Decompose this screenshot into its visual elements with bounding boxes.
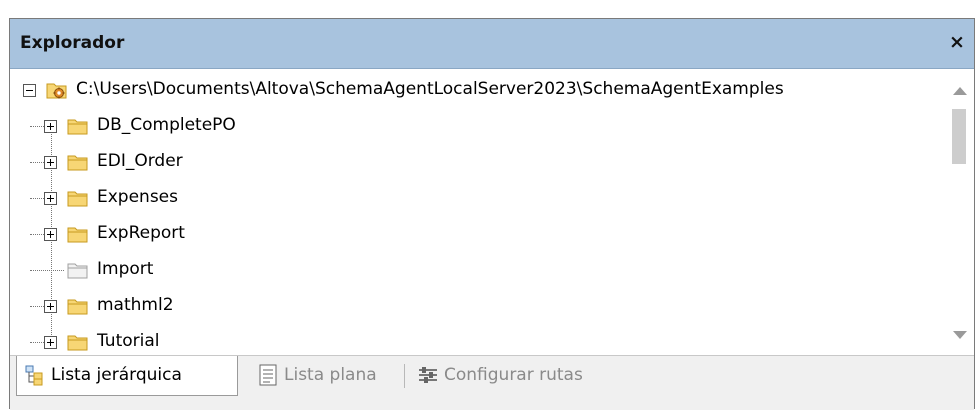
expand-icon[interactable] bbox=[44, 192, 57, 205]
tab-separator bbox=[404, 364, 405, 388]
tree-item-label: ExpReport bbox=[97, 223, 185, 243]
scroll-up-icon[interactable] bbox=[953, 87, 967, 95]
folder-icon bbox=[67, 227, 88, 243]
tree-item-label: EDI_Order bbox=[97, 151, 183, 171]
expand-icon[interactable] bbox=[44, 300, 57, 313]
expand-icon[interactable] bbox=[44, 120, 57, 133]
collapse-icon[interactable] bbox=[23, 84, 36, 97]
tab-bar: Lista jerárquica Lista plana Configurar … bbox=[10, 355, 974, 410]
tree-item-label: Import bbox=[97, 259, 154, 279]
folder-icon bbox=[67, 119, 88, 135]
expand-icon[interactable] bbox=[44, 228, 57, 241]
folder-icon bbox=[67, 299, 88, 315]
gear-folder-icon bbox=[46, 83, 67, 99]
paths-config-icon bbox=[419, 367, 437, 383]
hierarchy-icon bbox=[25, 365, 43, 386]
scrollbar-thumb[interactable] bbox=[952, 109, 966, 164]
tree-item-label: Tutorial bbox=[97, 331, 160, 351]
close-icon[interactable]: × bbox=[946, 29, 968, 55]
tab-label: Lista jerárquica bbox=[51, 365, 182, 385]
tab-hierarchical-list[interactable]: Lista jerárquica bbox=[16, 356, 238, 396]
tree-item-expenses[interactable]: Expenses bbox=[10, 181, 940, 217]
tab-label: Lista plana bbox=[284, 365, 377, 385]
tab-flat-list[interactable]: Lista plana bbox=[250, 356, 400, 396]
tree-item-mathml2[interactable]: mathml2 bbox=[10, 289, 940, 325]
tree-item-label: mathml2 bbox=[97, 295, 174, 315]
tree-item-label: DB_CompletePO bbox=[97, 115, 236, 135]
folder-icon-empty bbox=[67, 263, 88, 279]
tree-item-edi-order[interactable]: EDI_Order bbox=[10, 145, 940, 181]
panel-title: Explorador bbox=[20, 33, 125, 53]
explorer-panel: Explorador × C:\Users\Documents\Altova\S… bbox=[9, 18, 975, 410]
tree-item-db-completepo[interactable]: DB_CompletePO bbox=[10, 109, 940, 145]
tree-view[interactable]: C:\Users\Documents\Altova\SchemaAgentLoc… bbox=[10, 69, 974, 355]
tree-root-label: C:\Users\Documents\Altova\SchemaAgentLoc… bbox=[76, 79, 784, 99]
tree-item-tutorial[interactable]: Tutorial bbox=[10, 325, 940, 355]
tab-label: Configurar rutas bbox=[444, 365, 583, 385]
flat-list-icon bbox=[259, 364, 277, 386]
scroll-down-icon[interactable] bbox=[953, 331, 967, 339]
folder-icon bbox=[67, 155, 88, 171]
tree-item-import[interactable]: Import bbox=[10, 253, 940, 289]
tree-root-item[interactable]: C:\Users\Documents\Altova\SchemaAgentLoc… bbox=[10, 73, 940, 109]
tree-item-label: Expenses bbox=[97, 187, 178, 207]
vertical-scrollbar[interactable] bbox=[944, 69, 974, 355]
tree-item-expreport[interactable]: ExpReport bbox=[10, 217, 940, 253]
panel-titlebar: Explorador × bbox=[10, 19, 974, 69]
tab-configure-paths[interactable]: Configurar rutas bbox=[410, 356, 640, 396]
folder-icon bbox=[67, 191, 88, 207]
expand-icon[interactable] bbox=[44, 336, 57, 349]
expand-icon[interactable] bbox=[44, 156, 57, 169]
folder-icon bbox=[67, 335, 88, 351]
